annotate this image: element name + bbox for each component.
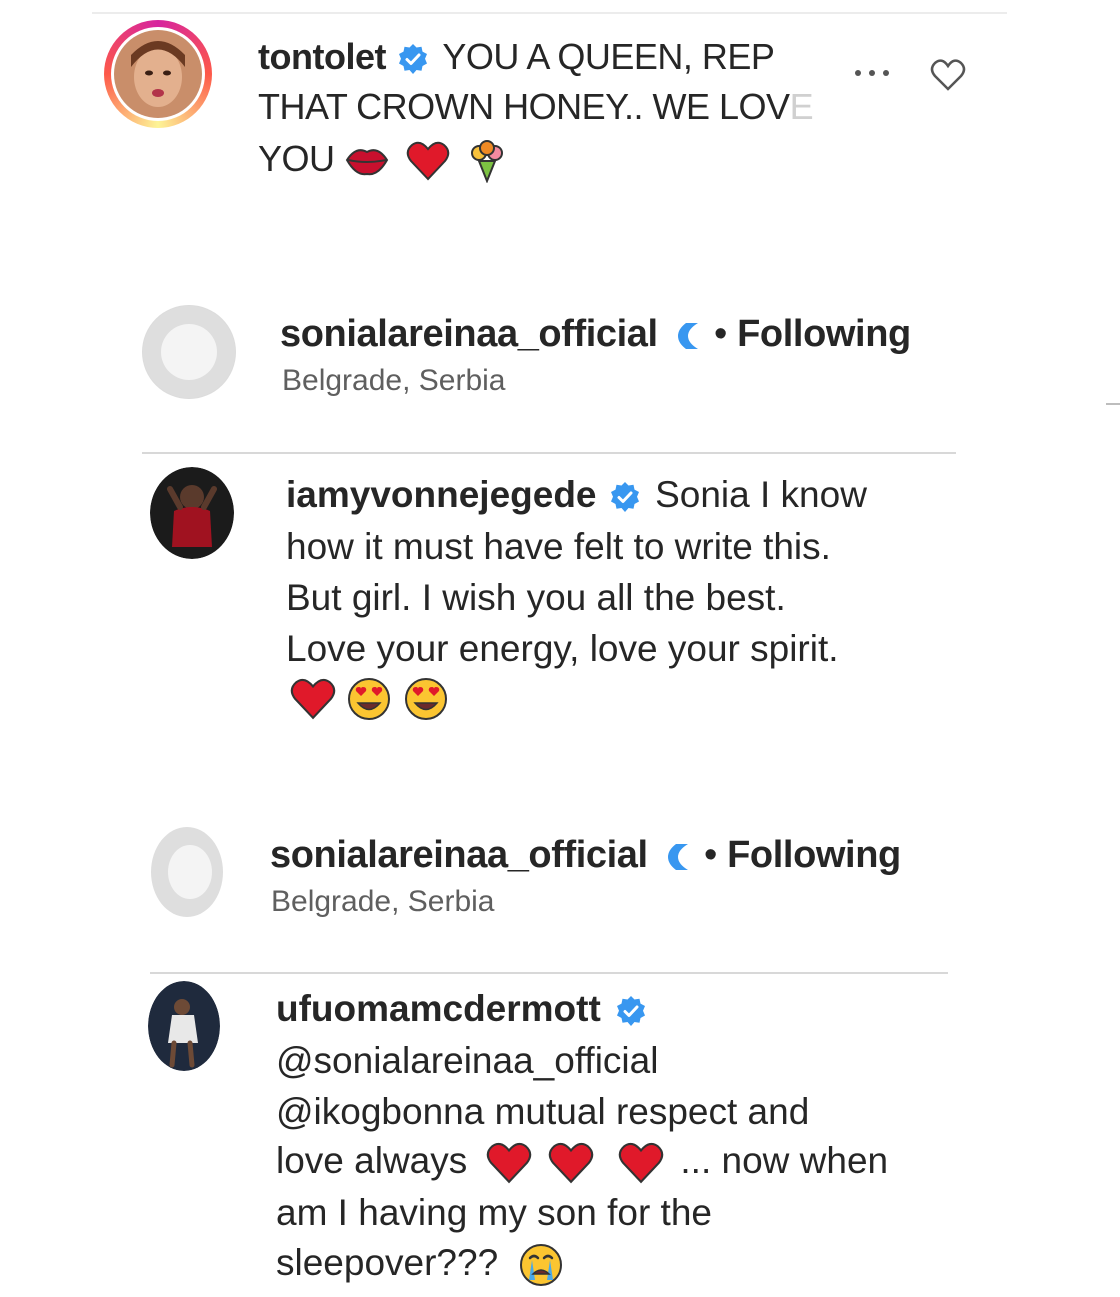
comment-header: ufuomamcdermott: [276, 988, 647, 1030]
section-divider: [142, 452, 956, 454]
comment-text-line: sleepover???: [276, 1242, 570, 1288]
comment-text: ... now when: [680, 1140, 889, 1181]
comment-text-line: how it must have felt to write this.: [286, 526, 831, 567]
avatar-photo: [114, 30, 202, 118]
avatar-photo: [150, 467, 234, 559]
comment-text-truncated: E: [789, 86, 814, 127]
red-heart-icon: [406, 142, 449, 181]
kiss-lips-icon: [345, 149, 389, 176]
comment-emoji-line: [290, 676, 455, 722]
verified-badge-icon: [677, 322, 698, 349]
mention-link[interactable]: @sonialareinaa_official: [276, 1040, 658, 1082]
red-heart-icon: [486, 1143, 531, 1184]
profile-header-title: sonialareinaa_official • Following: [270, 834, 901, 877]
comment-username[interactable]: tontolet: [258, 36, 386, 77]
red-heart-icon: [548, 1143, 594, 1184]
profile-header-title: sonialareinaa_official • Following: [280, 313, 911, 356]
comment-text-line: THAT CROWN HONEY.. WE LOVE: [258, 86, 814, 128]
heart-eyes-face-icon: [348, 678, 391, 720]
red-heart-icon: [290, 678, 336, 720]
comment-username[interactable]: ufuomamcdermott: [276, 988, 601, 1029]
more-options-icon[interactable]: [852, 66, 894, 80]
comment-text-line: love always ... now when: [276, 1140, 888, 1184]
like-heart-icon[interactable]: [930, 58, 966, 92]
header-separator: •: [714, 313, 727, 355]
comment-text: love always: [276, 1140, 468, 1181]
comment-text: THAT CROWN HONEY.. WE LOV: [258, 86, 790, 127]
following-button[interactable]: Following: [737, 313, 911, 355]
comment-text-line: Love your energy, love your spirit.: [286, 628, 839, 669]
comment-text: sleepover???: [276, 1242, 499, 1283]
default-avatar-icon: [143, 306, 235, 398]
red-heart-icon: [618, 1143, 664, 1184]
verified-badge-icon: [667, 843, 688, 870]
following-button[interactable]: Following: [727, 834, 901, 876]
verified-badge-icon: [610, 482, 639, 513]
comment-body: tontolet YOU A QUEEN, REP: [258, 36, 775, 78]
comment-text-line: But girl. I wish you all the best.: [286, 577, 786, 618]
comment-text-line: @ikogbonna mutual respect and: [276, 1091, 810, 1132]
avatar[interactable]: [148, 981, 220, 1071]
crying-face-icon: [520, 1244, 563, 1287]
default-avatar-icon: [151, 827, 223, 917]
comment-text: Sonia I know: [655, 474, 867, 515]
profile-location[interactable]: Belgrade, Serbia: [282, 364, 505, 398]
comment-text: YOU A QUEEN, REP: [442, 36, 775, 77]
profile-avatar-placeholder[interactable]: [150, 826, 224, 918]
heart-eyes-face-icon: [404, 678, 447, 720]
profile-username[interactable]: sonialareinaa_official: [270, 834, 648, 876]
right-edge-mark: [1106, 403, 1120, 405]
comment-text-line: am I having my son for the: [276, 1192, 712, 1233]
verified-badge-icon: [617, 996, 646, 1027]
comment-username[interactable]: iamyvonnejegede: [286, 474, 597, 515]
avatar-photo: [148, 981, 220, 1071]
profile-avatar-placeholder[interactable]: [142, 305, 236, 399]
avatar[interactable]: [111, 27, 205, 121]
avatar[interactable]: [150, 467, 234, 559]
profile-location[interactable]: Belgrade, Serbia: [271, 885, 494, 919]
profile-username[interactable]: sonialareinaa_official: [280, 313, 658, 355]
comment-text: YOU: [258, 138, 335, 179]
comment-body: iamyvonnejegede Sonia I know: [286, 474, 867, 516]
verified-badge-icon: [399, 44, 428, 75]
comment-text-line: YOU: [258, 138, 515, 184]
section-divider: [150, 972, 948, 974]
header-separator: •: [704, 834, 717, 876]
top-divider: [92, 12, 1007, 14]
bouquet-icon: [471, 140, 504, 184]
